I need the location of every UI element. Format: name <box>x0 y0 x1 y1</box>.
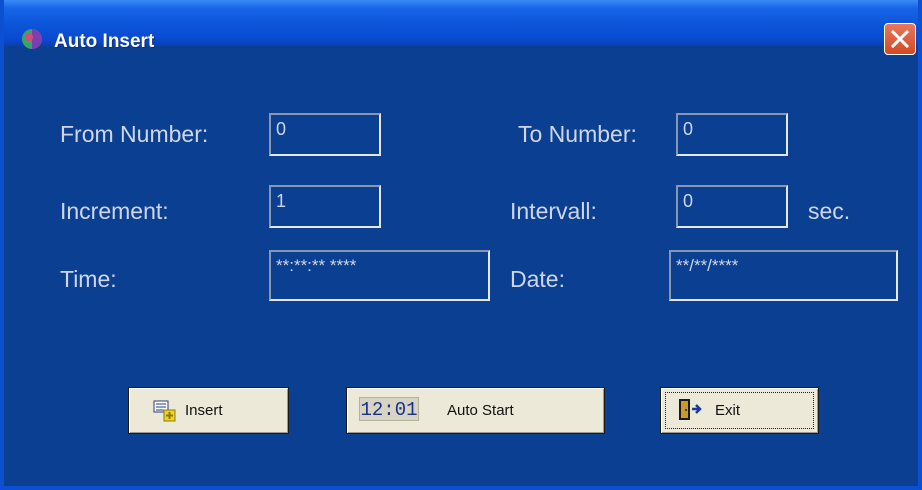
exit-button-label: Exit <box>715 402 741 419</box>
insert-button-label: Insert <box>185 402 223 419</box>
to-number-input[interactable]: 0 <box>676 113 788 156</box>
time-label: Time: <box>60 266 117 292</box>
clock-icon: 12:01 <box>359 397 419 421</box>
window-title: Auto Insert <box>54 31 155 52</box>
exit-button[interactable]: Exit <box>660 387 819 434</box>
exit-door-icon <box>679 399 702 420</box>
insert-button[interactable]: Insert <box>128 387 289 434</box>
increment-input[interactable]: 1 <box>269 185 381 228</box>
auto-start-button[interactable]: 12:01 Auto Start <box>346 387 605 434</box>
close-button[interactable] <box>884 23 916 55</box>
date-input[interactable]: **/**/**** <box>669 250 898 301</box>
to-number-label: To Number: <box>518 121 637 147</box>
increment-label: Increment: <box>60 198 169 224</box>
date-label: Date: <box>510 266 565 292</box>
insert-record-icon <box>153 400 176 422</box>
time-input[interactable]: **:**:** **** <box>269 250 490 301</box>
close-icon <box>891 30 909 48</box>
app-logo-icon <box>22 29 42 49</box>
from-number-label: From Number: <box>60 121 209 147</box>
auto-insert-window: Auto Insert From Number: 0 To Number: 0 … <box>0 0 922 490</box>
from-number-input[interactable]: 0 <box>269 113 381 156</box>
intervall-unit-label: sec. <box>808 198 851 224</box>
intervall-label: Intervall: <box>510 198 597 224</box>
intervall-input[interactable]: 0 <box>676 185 788 228</box>
auto-start-button-label: Auto Start <box>447 402 514 419</box>
title-bar[interactable]: Auto Insert <box>4 0 918 55</box>
